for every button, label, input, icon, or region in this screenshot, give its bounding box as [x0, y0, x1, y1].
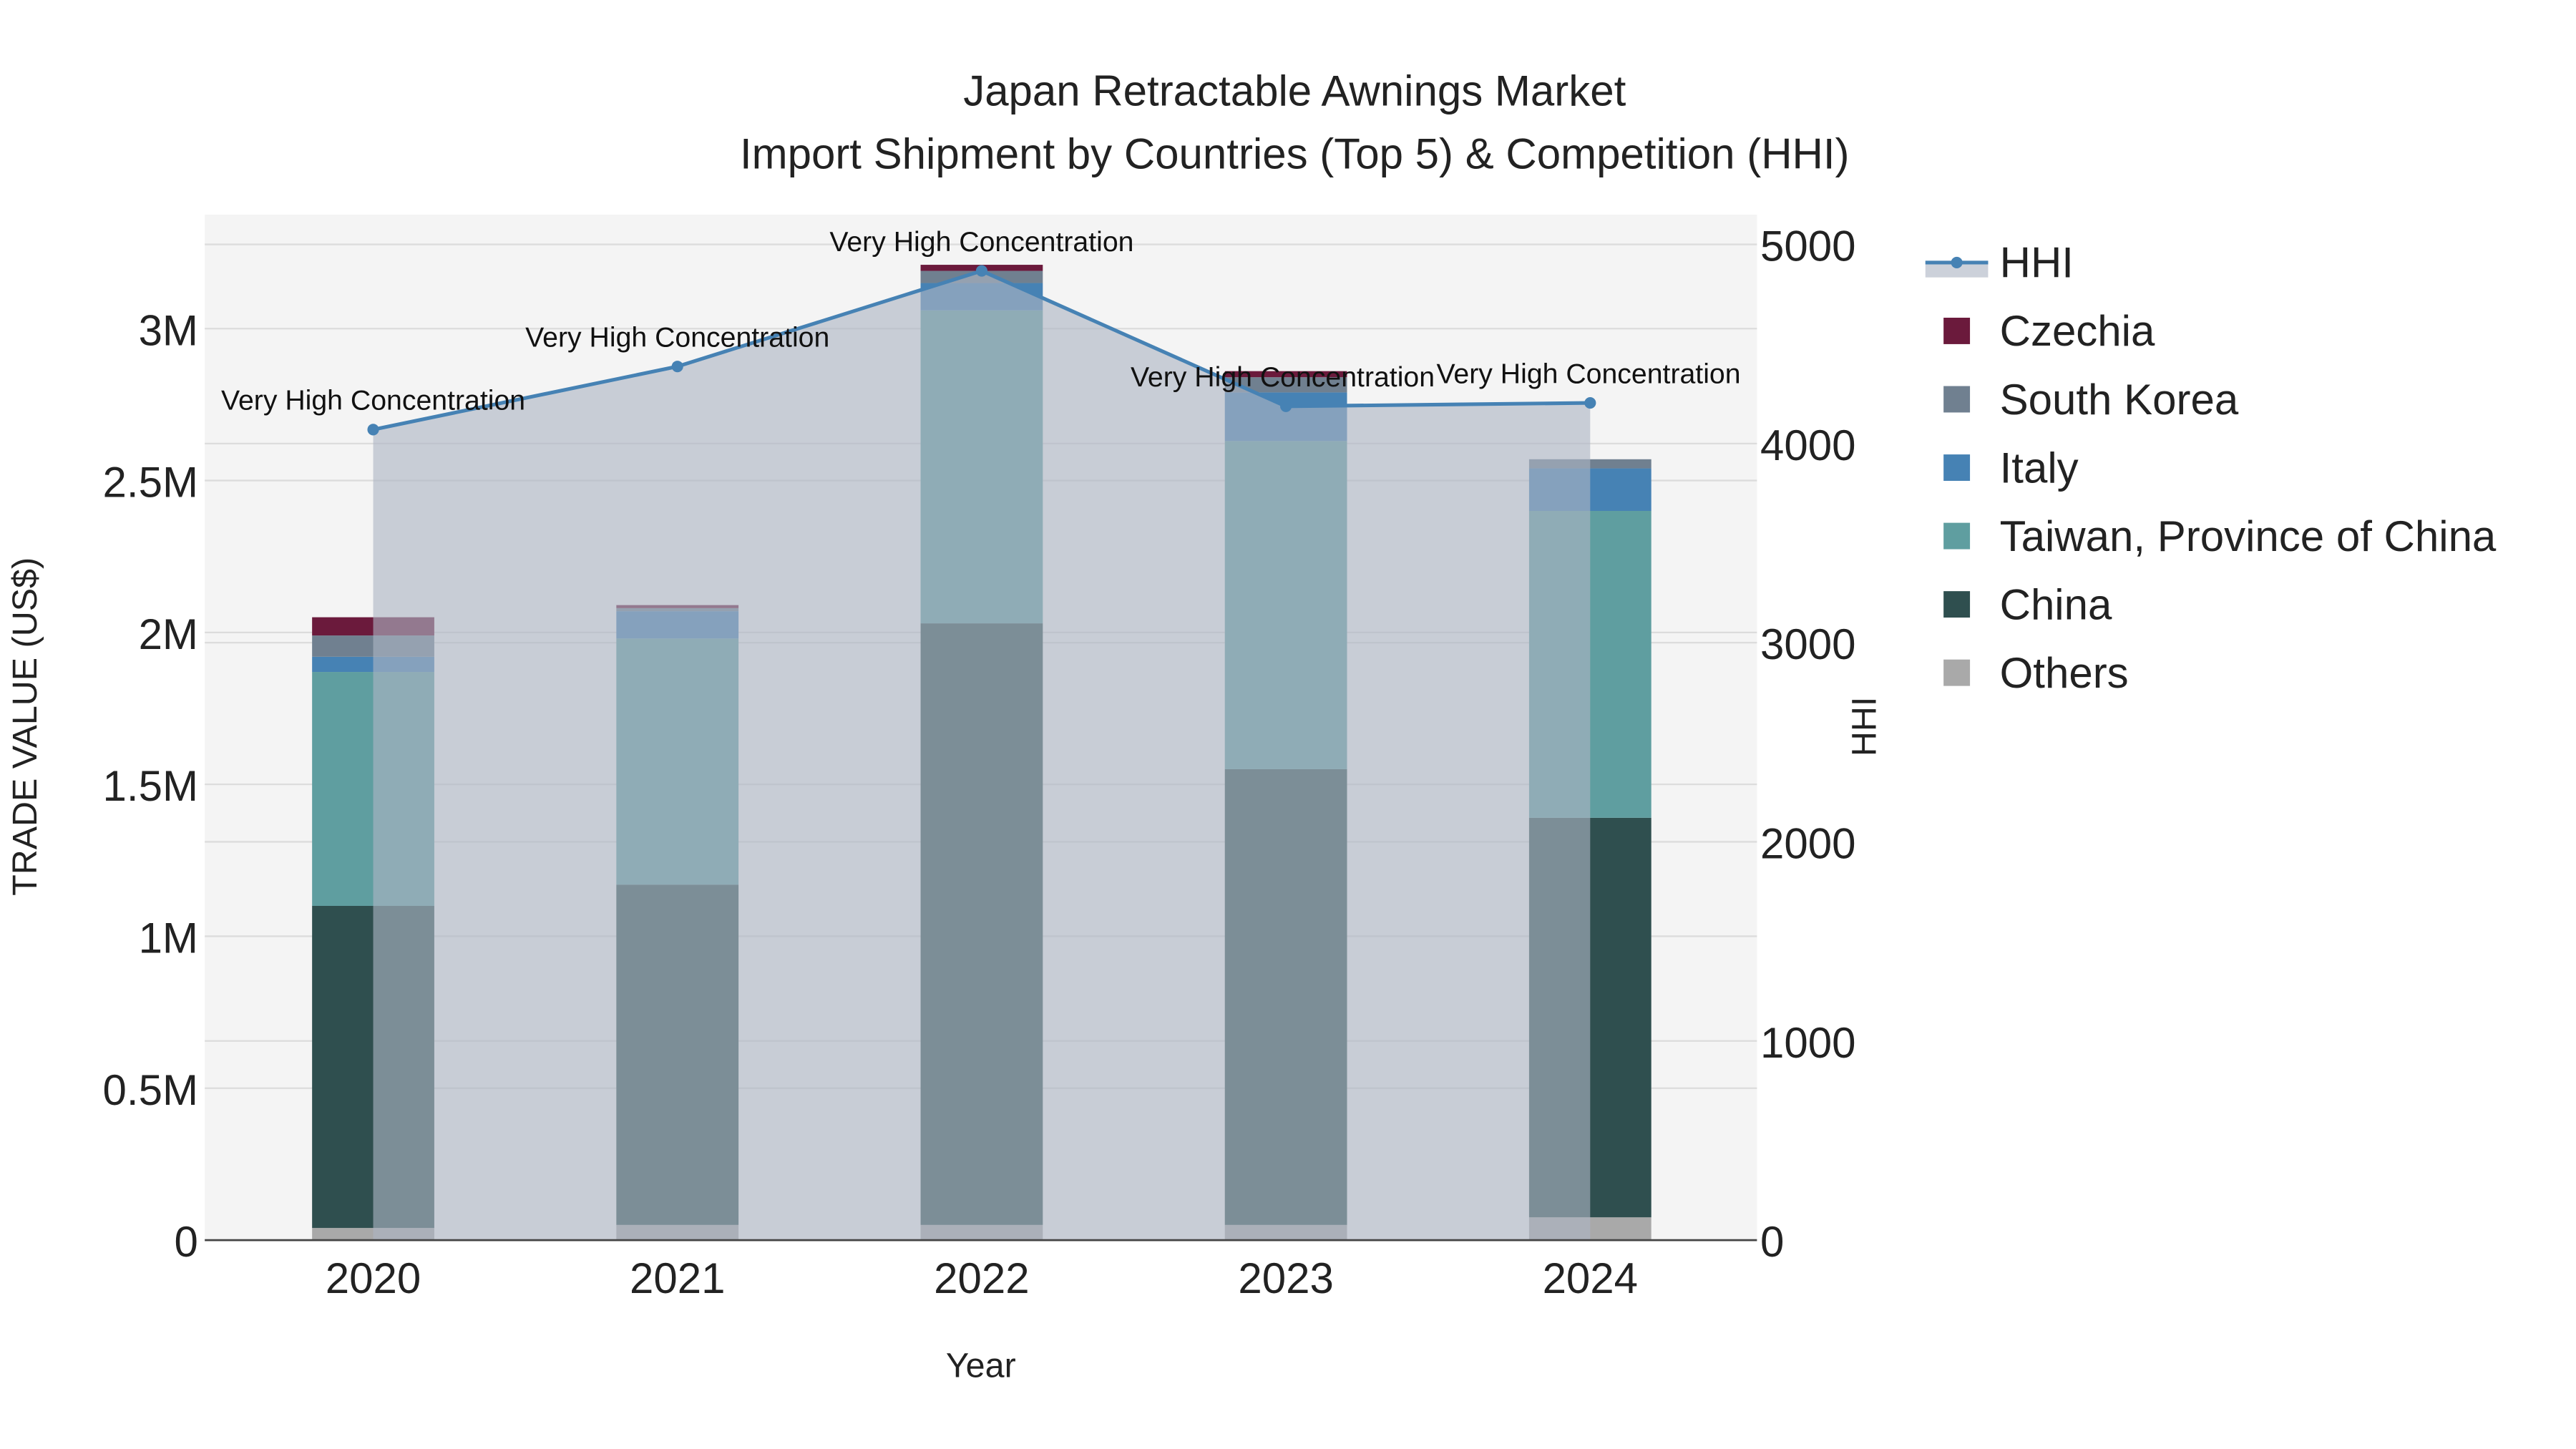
legend-label: Taiwan, Province of China: [2000, 512, 2497, 560]
hhi-point: [671, 361, 683, 373]
x-tick-label: 2021: [630, 1254, 725, 1302]
y-tick-label: 3M: [139, 306, 198, 354]
hhi-annotation: Very High Concentration: [1131, 361, 1435, 393]
hhi-annotation: Very High Concentration: [1436, 358, 1740, 389]
legend-swatch: [1943, 318, 1971, 344]
y2-axis-title: HHI: [1845, 697, 1884, 756]
hhi-point: [1280, 400, 1292, 412]
y2-tick-label: 3000: [1760, 620, 1855, 668]
legend-swatch: [1943, 454, 1971, 481]
hhi-annotation: Very High Concentration: [221, 385, 525, 416]
legend-swatch: [1943, 591, 1971, 618]
y2-tick-label: 4000: [1760, 421, 1855, 469]
y-tick-label: 2.5M: [103, 459, 198, 507]
legend-item-others[interactable]: Others: [1943, 649, 2129, 697]
y-tick-label: 1.5M: [103, 762, 198, 810]
legend-label: China: [2000, 580, 2112, 628]
legend-swatch: [1943, 522, 1971, 550]
hhi-annotation: Very High Concentration: [829, 226, 1133, 258]
hhi-area: [373, 270, 1591, 1241]
y2-tick-label: 1000: [1760, 1019, 1855, 1067]
y2-tick-label: 2000: [1760, 820, 1855, 868]
legend-item-italy[interactable]: Italy: [1943, 444, 2079, 492]
x-tick-label: 2022: [934, 1254, 1029, 1302]
x-tick-label: 2023: [1238, 1254, 1333, 1302]
x-tick-label: 2020: [326, 1254, 421, 1302]
legend-item-south-korea[interactable]: South Korea: [1943, 376, 2239, 424]
legend-label: HHI: [2000, 239, 2074, 287]
legend-label: South Korea: [2000, 376, 2239, 424]
legend-label: Czechia: [2000, 307, 2155, 355]
legend-item-china[interactable]: China: [1943, 580, 2112, 628]
chart-title: Japan Retractable Awnings Market: [963, 67, 1626, 115]
y2-tick-label: 0: [1760, 1218, 1784, 1266]
legend-label: Italy: [2000, 444, 2079, 492]
y-tick-label: 1M: [139, 914, 198, 962]
chart: Japan Retractable Awnings Market Import …: [6, 67, 2497, 1385]
y-tick-label: 0.5M: [103, 1066, 198, 1114]
chart-subtitle: Import Shipment by Countries (Top 5) & C…: [740, 130, 1850, 177]
x-tick-label: 2024: [1543, 1254, 1638, 1302]
legend-item-hhi[interactable]: HHI: [1925, 239, 2074, 287]
hhi-point: [1584, 396, 1596, 409]
x-axis-title: Year: [946, 1347, 1016, 1385]
y-axis-title: TRADE VALUE (US$): [6, 557, 44, 896]
y-tick-label: 0: [175, 1218, 198, 1266]
legend-swatch: [1943, 386, 1971, 413]
legend-label: Others: [2000, 649, 2129, 697]
y-tick-label: 2M: [139, 610, 198, 658]
legend-swatch: [1943, 659, 1971, 686]
hhi-point: [975, 265, 987, 277]
hhi-annotation: Very High Concentration: [525, 321, 829, 353]
hhi-point: [367, 424, 379, 436]
y2-tick-label: 5000: [1760, 223, 1855, 270]
legend-item-taiwan-province-of-china[interactable]: Taiwan, Province of China: [1943, 512, 2497, 560]
legend-marker: [1951, 256, 1963, 268]
legend-item-czechia[interactable]: Czechia: [1943, 307, 2155, 355]
